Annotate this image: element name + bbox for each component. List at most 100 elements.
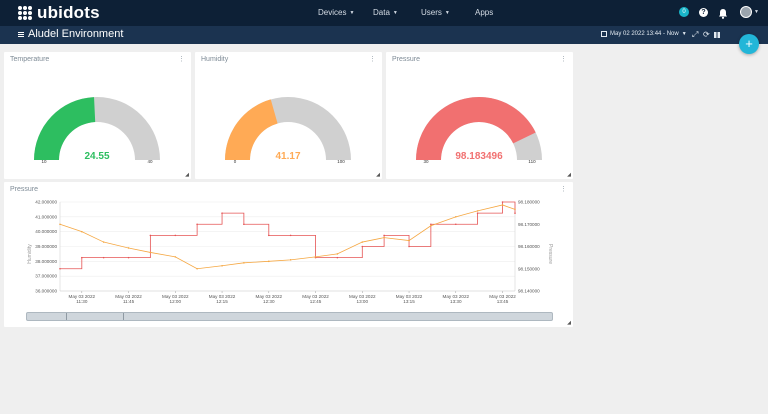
- right-axis-title: Pressure: [547, 244, 553, 264]
- nav-devices-label: Devices: [318, 8, 347, 17]
- gauge-value: 24.55: [84, 151, 109, 162]
- gauge-value: 98.183496: [455, 151, 503, 162]
- dashboard-title-text: Aludel Environment: [28, 28, 124, 40]
- resize-handle-icon[interactable]: ◢: [376, 172, 380, 178]
- bell-icon[interactable]: [718, 6, 728, 24]
- date-range-text: May 02 2022 13:44 - Now: [610, 31, 679, 37]
- ubidots-logo[interactable]: ubidots: [18, 3, 100, 23]
- humidity-point: [127, 247, 130, 249]
- nav-data-label: Data: [373, 8, 390, 17]
- left-tick-label: 41.000000: [35, 214, 57, 219]
- x-tick-time: 13:15: [403, 299, 415, 304]
- x-tick-time: 13:30: [450, 299, 462, 304]
- add-widget-button[interactable]: +: [739, 34, 759, 54]
- resize-handle-icon[interactable]: ◢: [185, 172, 189, 178]
- pressure-point: [196, 223, 198, 226]
- resize-handle-icon[interactable]: ◢: [567, 320, 571, 326]
- help-icon[interactable]: ?: [699, 8, 708, 17]
- humidity-point: [174, 256, 177, 258]
- range-handle-right[interactable]: [123, 313, 124, 320]
- dashboard-title[interactable]: Aludel Environment: [18, 28, 123, 40]
- humidity-point: [383, 236, 385, 239]
- right-tick-label: 98.150000: [518, 266, 540, 271]
- pressure-point: [383, 234, 385, 237]
- pressure-point: [336, 256, 339, 259]
- gauge-fill: [225, 99, 278, 160]
- refresh-icon[interactable]: ⟳: [703, 30, 710, 39]
- pressure-chart-widget: Pressure ⋮ Humidity Pressure 42.000000 41…: [4, 182, 573, 327]
- hamburger-icon[interactable]: [18, 31, 24, 37]
- humidity-widget: Humidity ⋮ 41.17 0 100 ◢: [195, 52, 382, 179]
- pressure-point: [174, 234, 177, 237]
- humidity-point: [454, 216, 457, 218]
- x-tick-time: 12:30: [263, 299, 275, 304]
- pressure-point: [289, 234, 292, 237]
- notification-count-badge[interactable]: 0: [679, 7, 689, 17]
- humidity-point: [336, 253, 339, 255]
- line-chart[interactable]: Humidity Pressure 42.000000 41.000000 40.0…: [4, 182, 573, 327]
- right-tick-label: 98.140000: [518, 289, 540, 294]
- humidity-point: [514, 208, 516, 211]
- nav-data[interactable]: Data ▼: [373, 8, 398, 17]
- gauge-max-label: 110: [528, 159, 536, 164]
- expand-icon[interactable]: ⤢: [692, 30, 698, 40]
- range-navigator[interactable]: [26, 312, 553, 321]
- pressure-point: [81, 256, 83, 259]
- pressure-point: [59, 267, 61, 270]
- x-tick-time: 11:30: [76, 299, 88, 304]
- left-tick-label: 38.000000: [35, 259, 57, 264]
- avatar-caret-icon[interactable]: ▼: [754, 9, 759, 15]
- humidity-point: [196, 267, 198, 270]
- x-tick-time: 13:45: [497, 299, 509, 304]
- pressure-point: [149, 234, 152, 237]
- date-range-picker[interactable]: May 02 2022 13:44 - Now ▼: [601, 31, 687, 37]
- right-tick-label: 98.170000: [518, 222, 540, 227]
- left-tick-label: 37.000000: [35, 274, 57, 279]
- humidity-point: [268, 260, 270, 263]
- nav-devices[interactable]: Devices ▼: [318, 8, 354, 17]
- x-tick-time: 12:15: [216, 299, 228, 304]
- humidity-point: [243, 262, 245, 264]
- humidity-point: [289, 259, 292, 261]
- dashboard-header: Aludel Environment May 02 2022 13:44 - N…: [0, 26, 768, 44]
- pressure-point: [102, 256, 105, 259]
- gauge-min-label: 10: [41, 159, 47, 164]
- left-axis-title: Humidity: [27, 244, 33, 264]
- pressure-point: [243, 223, 245, 226]
- logo-text: ubidots: [37, 3, 100, 22]
- humidity-point: [102, 241, 105, 243]
- resize-handle-icon[interactable]: ◢: [567, 172, 571, 178]
- x-tick-time: 12:00: [170, 299, 182, 304]
- humidity-point: [408, 239, 410, 242]
- pressure-point: [476, 212, 479, 214]
- humidity-point: [221, 264, 223, 267]
- gauge-max-label: 100: [337, 159, 345, 164]
- logo-mark-icon: [18, 6, 32, 20]
- pressure-point: [268, 234, 270, 237]
- nav-apps[interactable]: Apps: [475, 8, 493, 17]
- pressure-point: [221, 212, 223, 214]
- left-tick-label: 42.000000: [35, 200, 57, 205]
- nav-users[interactable]: Users ▼: [421, 8, 450, 17]
- x-tick-time: 13:00: [357, 299, 369, 304]
- range-handle-left[interactable]: [27, 313, 67, 320]
- humidity-point: [81, 230, 83, 233]
- pressure-point: [361, 245, 364, 248]
- humidity-point: [59, 223, 61, 226]
- right-tick-label: 98.180000: [518, 200, 540, 205]
- pressure-point: [430, 223, 432, 226]
- nav-users-label: Users: [421, 8, 442, 17]
- gauge-max-label: 40: [147, 159, 153, 164]
- gauge-svg: 24.55 10 40: [34, 97, 160, 164]
- pressure-point: [127, 256, 130, 259]
- humidity-point: [149, 251, 152, 254]
- pressure-series-line: [60, 201, 516, 270]
- temperature-widget: Temperature ⋮ 24.55 10 40 ◢: [4, 52, 191, 179]
- columns-icon[interactable]: [714, 31, 720, 40]
- left-tick-label: 36.000000: [35, 289, 57, 294]
- gauge-value: 41.17: [275, 151, 300, 162]
- pressure-point: [408, 245, 410, 248]
- gauge-svg: 98.183496 30 110: [416, 96, 542, 164]
- x-tick-time: 12:45: [310, 299, 322, 304]
- user-avatar[interactable]: [740, 6, 752, 18]
